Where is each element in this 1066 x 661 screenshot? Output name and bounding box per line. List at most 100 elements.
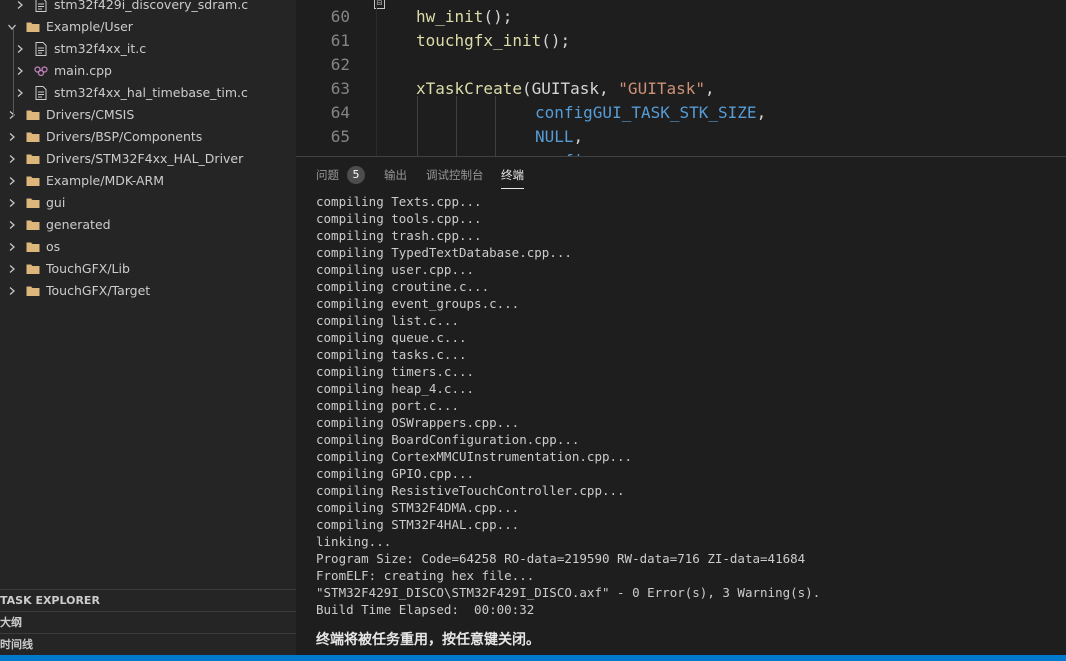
- chevron-right-icon[interactable]: [6, 280, 18, 302]
- tree-item[interactable]: gui: [0, 192, 296, 214]
- bottom-panel: 问题 5 输出 调试控制台 终端 compiling Texts.cpp... co…: [296, 156, 1066, 655]
- chevron-right-icon[interactable]: [6, 192, 18, 214]
- c-file-icon: [34, 0, 48, 16]
- tree-item-label: main.cpp: [54, 63, 112, 78]
- folder-icon: [26, 192, 40, 214]
- chevron-right-icon[interactable]: [6, 104, 18, 126]
- code-token: "GUITask": [618, 79, 705, 98]
- task-explorer-section[interactable]: TASK EXPLORER: [0, 589, 296, 611]
- line-number: 64: [330, 103, 350, 122]
- active-tab-underline: [501, 188, 524, 189]
- cpp-file-icon: [34, 60, 48, 82]
- tree-item[interactable]: Example/User: [0, 16, 296, 38]
- terminal-line: compiling trash.cpp...: [316, 228, 482, 243]
- tab-terminal-label: 终端: [501, 168, 524, 182]
- tree-item-label: Example/User: [46, 19, 133, 34]
- line-number: 62: [330, 55, 350, 74]
- tree-item-label: TouchGFX/Target: [46, 283, 151, 298]
- chevron-right-icon[interactable]: [6, 258, 18, 280]
- tree-item[interactable]: TouchGFX/Target: [0, 280, 296, 302]
- code-line[interactable]: 62: [296, 53, 1066, 77]
- tree-item[interactable]: stm32f429i_discovery_sdram.c: [0, 0, 296, 16]
- tab-debug-console[interactable]: 调试控制台: [426, 157, 484, 191]
- code-line[interactable]: 60 hw_init();: [296, 5, 1066, 29]
- chevron-right-icon[interactable]: [6, 170, 18, 192]
- chevron-down-icon[interactable]: [6, 16, 18, 38]
- chevron-right-icon[interactable]: [6, 236, 18, 258]
- explorer-sidebar: stm32f429i_discovery_sdram.c Example/User…: [0, 0, 296, 655]
- tree-item[interactable]: main.cpp: [0, 60, 296, 82]
- status-bar[interactable]: [0, 655, 1066, 661]
- tree-item[interactable]: stm32f4xx_it.c: [0, 38, 296, 60]
- tree-item[interactable]: Drivers/CMSIS: [0, 104, 296, 126]
- terminal-line: compiling BoardConfiguration.cpp...: [316, 432, 580, 447]
- vscode-window: stm32f429i_discovery_sdram.c Example/User…: [0, 0, 1066, 661]
- file-tree: stm32f429i_discovery_sdram.c Example/User…: [0, 0, 296, 302]
- task-explorer-label: TASK EXPLORER: [0, 594, 100, 607]
- terminal-notice: 终端将被任务重用，按任意键关闭。: [316, 632, 540, 648]
- chevron-right-icon[interactable]: [14, 0, 26, 16]
- terminal-line: linking...: [316, 534, 392, 549]
- code-line[interactable]: confi: [296, 149, 1066, 156]
- indent-guide: [456, 96, 457, 156]
- line-number: 65: [330, 127, 350, 146]
- folder-icon: [26, 214, 40, 236]
- terminal-line: compiling CortexMMCUInstrumentation.cpp.…: [316, 449, 633, 464]
- folder-icon: [26, 16, 40, 38]
- code-line[interactable]: 63 xTaskCreate(GUITask, "GUITask",: [296, 77, 1066, 101]
- terminal-line: compiling STM32F4HAL.cpp...: [316, 517, 520, 532]
- code-token: ();: [541, 31, 571, 50]
- tree-item[interactable]: Example/MDK-ARM: [0, 170, 296, 192]
- terminal-line: compiling tools.cpp...: [316, 211, 482, 226]
- terminal-line: compiling list.c...: [316, 313, 459, 328]
- code-token: xTaskCreate: [416, 79, 522, 98]
- code-line[interactable]: 65 NULL,: [296, 125, 1066, 149]
- code-line[interactable]: 64 configGUI_TASK_STK_SIZE,: [296, 101, 1066, 125]
- tree-item[interactable]: generated: [0, 214, 296, 236]
- indent-guide: [495, 96, 496, 156]
- chevron-right-icon[interactable]: [14, 82, 26, 104]
- terminal-line: compiling port.c...: [316, 398, 459, 413]
- tree-item[interactable]: os: [0, 236, 296, 258]
- tree-item-label: TouchGFX/Lib: [46, 261, 130, 276]
- terminal-line: compiling Texts.cpp...: [316, 194, 482, 209]
- tab-terminal[interactable]: 终端: [501, 157, 524, 191]
- terminal-line: compiling timers.c...: [316, 364, 475, 379]
- code-token: hw_init: [416, 7, 484, 26]
- tree-item-label: generated: [46, 217, 111, 232]
- terminal-line: compiling STM32F4DMA.cpp...: [316, 500, 520, 515]
- indent-guide: [417, 96, 418, 156]
- terminal-line: FromELF: creating hex file...: [316, 568, 535, 583]
- chevron-right-icon[interactable]: [6, 214, 18, 236]
- terminal-line: compiling OSWrappers.cpp...: [316, 415, 520, 430]
- code-editor[interactable]: ⊟ 60 hw_init(); 61 touchgfx_init(); 62 63 xTas…: [296, 0, 1066, 156]
- chevron-right-icon[interactable]: [6, 148, 18, 170]
- tab-problems[interactable]: 问题 5: [316, 157, 365, 191]
- folder-icon: [26, 236, 40, 258]
- terminal-line: Program Size: Code=64258 RO-data=219590 …: [316, 551, 806, 566]
- code-text: touchgfx_init();: [416, 29, 570, 53]
- folder-icon: [26, 148, 40, 170]
- tree-item[interactable]: Drivers/BSP/Components: [0, 126, 296, 148]
- line-number: 61: [330, 31, 350, 50]
- terminal-output[interactable]: compiling Texts.cpp... compiling tools.cp…: [316, 193, 1056, 618]
- indent-guide: [13, 28, 14, 116]
- tab-output-label: 输出: [384, 168, 407, 182]
- chevron-right-icon[interactable]: [14, 38, 26, 60]
- code-token: NULL: [535, 127, 574, 146]
- terminal-line: compiling GPIO.cpp...: [316, 466, 475, 481]
- tree-item[interactable]: Drivers/STM32F4xx_HAL_Driver: [0, 148, 296, 170]
- tree-item[interactable]: stm32f4xx_hal_timebase_tim.c: [0, 82, 296, 104]
- tab-problems-label: 问题: [316, 168, 339, 182]
- outline-section[interactable]: 大纲: [0, 611, 296, 633]
- code-token: ();: [483, 7, 513, 26]
- timeline-section[interactable]: 时间线: [0, 633, 296, 655]
- chevron-right-icon[interactable]: [14, 60, 26, 82]
- chevron-right-icon[interactable]: [6, 126, 18, 148]
- folder-icon: [26, 170, 40, 192]
- code-line[interactable]: 61 touchgfx_init();: [296, 29, 1066, 53]
- tree-item[interactable]: TouchGFX/Lib: [0, 258, 296, 280]
- tree-item-label: Drivers/STM32F4xx_HAL_Driver: [46, 151, 244, 166]
- panel-tabs: 问题 5 输出 调试控制台 终端: [296, 157, 1066, 191]
- tab-output[interactable]: 输出: [384, 157, 407, 191]
